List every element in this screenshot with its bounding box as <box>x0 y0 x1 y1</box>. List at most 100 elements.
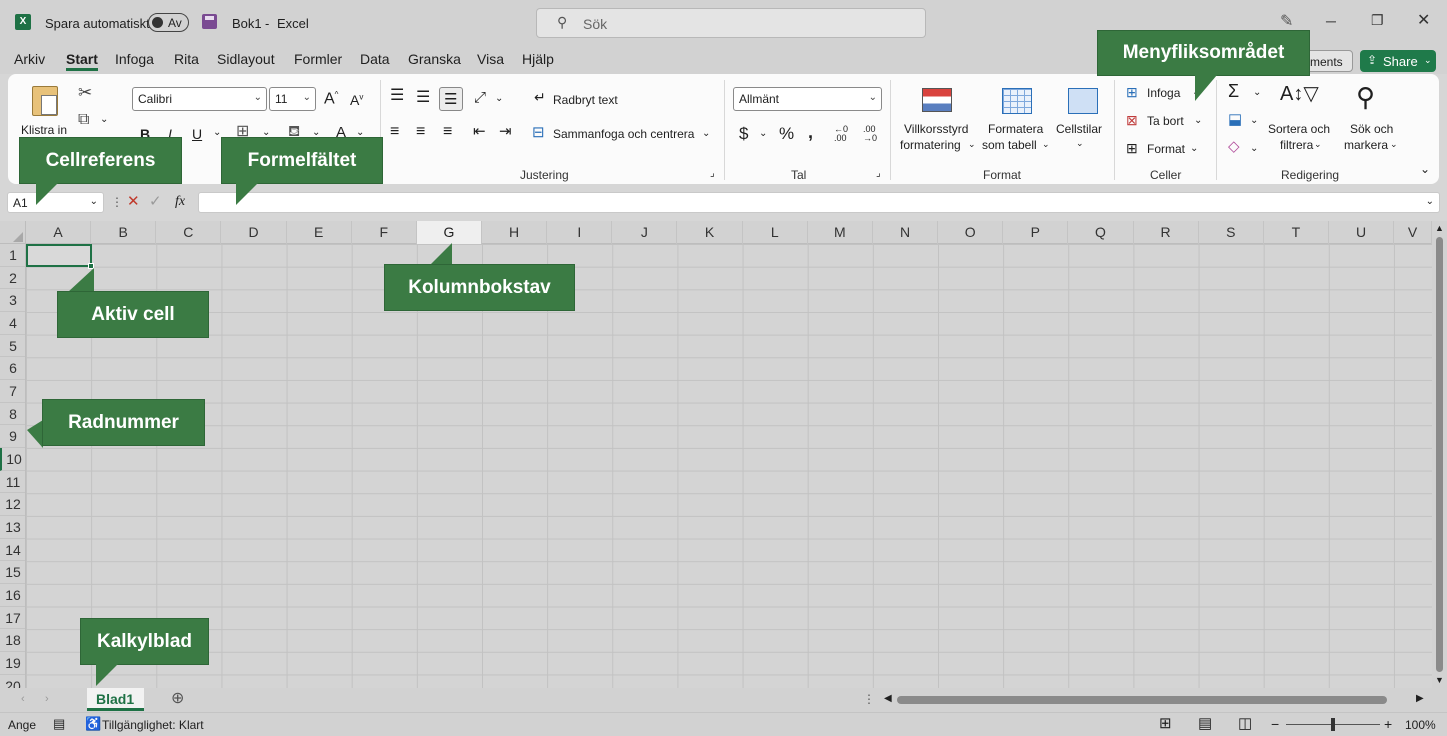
tab-start[interactable]: Start <box>66 51 98 71</box>
column-header-d[interactable]: D <box>221 221 287 244</box>
percent-button[interactable]: % <box>779 124 794 144</box>
row-header-4[interactable]: 4 <box>0 312 25 335</box>
decrease-indent-icon[interactable]: ⇤ <box>473 124 486 139</box>
more-options-icon[interactable]: ⋮ <box>111 195 123 209</box>
format-cells-button[interactable]: Format <box>1147 142 1185 156</box>
copy-chevron-icon[interactable]: ⌄ <box>100 114 108 125</box>
column-header-i[interactable]: I <box>547 221 613 244</box>
row-header-15[interactable]: 15 <box>0 561 25 585</box>
row-header-11[interactable]: 11 <box>0 471 25 494</box>
chevron-down-icon[interactable]: ⌄ <box>1250 143 1258 154</box>
decrease-font-icon[interactable]: Av <box>350 92 363 108</box>
chevron-down-icon[interactable]: ⌄ <box>1253 87 1261 98</box>
font-name-select[interactable]: Calibri ⌄ <box>132 87 267 111</box>
formula-input[interactable]: ⌄ <box>198 192 1440 213</box>
horizontal-scroll-thumb[interactable] <box>897 696 1387 704</box>
cell-styles-button[interactable]: Cellstilar ⌄ <box>1054 84 1110 156</box>
align-top-icon[interactable]: ☰ <box>390 88 404 104</box>
normal-view-icon[interactable]: ⊞ <box>1159 716 1172 731</box>
align-bottom-button[interactable]: ☰ <box>439 87 463 111</box>
increase-indent-icon[interactable]: ⇥ <box>499 124 512 139</box>
cancel-entry-icon[interactable]: ✕ <box>127 194 140 209</box>
row-header-6[interactable]: 6 <box>0 357 25 380</box>
scroll-down-icon[interactable]: ▼ <box>1435 675 1444 685</box>
tab-visa[interactable]: Visa <box>477 51 504 67</box>
increase-font-icon[interactable]: A^ <box>324 90 338 108</box>
column-header-a[interactable]: A <box>26 221 92 244</box>
number-format-select[interactable]: Allmänt ⌄ <box>733 87 882 111</box>
column-header-q[interactable]: Q <box>1068 221 1134 244</box>
row-header-18[interactable]: 18 <box>0 629 25 653</box>
restore-icon[interactable]: ❐ <box>1371 13 1384 27</box>
format-as-table-button[interactable]: Formatera som tabell ⌄ <box>980 84 1052 156</box>
column-header-p[interactable]: P <box>1003 221 1069 244</box>
row-header-9[interactable]: 9 <box>0 425 25 449</box>
expand-formula-icon[interactable]: ⌄ <box>1426 196 1434 207</box>
zoom-in-icon[interactable]: + <box>1384 716 1392 732</box>
row-header-2[interactable]: 2 <box>0 267 25 290</box>
chevron-down-icon[interactable]: ⌄ <box>495 93 503 104</box>
zoom-slider-thumb[interactable] <box>1331 718 1335 731</box>
zoom-slider[interactable] <box>1286 718 1380 731</box>
row-header-12[interactable]: 12 <box>0 493 25 517</box>
row-header-3[interactable]: 3 <box>0 289 25 312</box>
column-header-e[interactable]: E <box>287 221 352 244</box>
column-header-h[interactable]: H <box>482 221 548 244</box>
align-right-icon[interactable]: ≡ <box>443 124 452 140</box>
share-button[interactable]: ⇪ Share ⌄ <box>1360 50 1436 72</box>
column-header-j[interactable]: J <box>612 221 678 244</box>
chevron-down-icon[interactable]: ⌄ <box>1250 115 1258 126</box>
font-size-select[interactable]: 11 ⌄ <box>269 87 316 111</box>
scroll-right-icon[interactable]: ▶ <box>1416 693 1424 704</box>
column-header-t[interactable]: T <box>1264 221 1329 244</box>
underline-button[interactable]: U <box>192 126 202 142</box>
row-header-1[interactable]: 1 <box>0 244 25 267</box>
fill-icon[interactable]: ⬓ <box>1228 112 1242 127</box>
confirm-entry-icon[interactable]: ✓ <box>149 194 162 209</box>
column-header-k[interactable]: K <box>678 221 743 244</box>
row-header-7[interactable]: 7 <box>0 380 25 403</box>
column-header-r[interactable]: R <box>1134 221 1199 244</box>
active-cell[interactable] <box>26 244 94 269</box>
cut-icon[interactable]: ✂ <box>78 84 92 101</box>
insert-cells-button[interactable]: Infoga <box>1147 86 1180 100</box>
collapse-ribbon-icon[interactable]: ⌄ <box>1420 162 1430 176</box>
page-break-view-icon[interactable]: ◫ <box>1238 716 1252 731</box>
row-header-8[interactable]: 8 <box>0 403 25 426</box>
macro-record-icon[interactable]: ▤ <box>53 717 65 730</box>
delete-cells-button[interactable]: Ta bort <box>1147 114 1184 128</box>
wrap-text-button[interactable]: Radbryt text <box>553 93 618 107</box>
column-header-b[interactable]: B <box>91 221 157 244</box>
pen-icon[interactable]: ✎ <box>1280 14 1293 30</box>
wrap-text-icon[interactable]: ↵ <box>534 90 546 104</box>
zoom-out-icon[interactable]: − <box>1271 716 1279 732</box>
conditional-formatting-button[interactable]: Villkorsstyrd formatering ⌄ <box>898 84 978 156</box>
column-header-o[interactable]: O <box>938 221 1004 244</box>
more-sheets-icon[interactable]: ⋮ <box>863 692 875 706</box>
scroll-up-icon[interactable]: ▲ <box>1435 223 1444 233</box>
tab-hjalp[interactable]: Hjälp <box>522 51 554 67</box>
align-left-icon[interactable]: ≡ <box>390 124 399 140</box>
save-icon[interactable] <box>202 14 217 29</box>
prev-sheet-icon[interactable]: ‹ <box>21 693 25 705</box>
minimize-icon[interactable]: ─ <box>1326 14 1336 28</box>
column-header-l[interactable]: L <box>743 221 808 244</box>
clear-icon[interactable]: ◇ <box>1228 139 1240 154</box>
find-select-button[interactable]: ⚲ Sök och markera ⌄ <box>1338 82 1404 156</box>
autosum-icon[interactable]: Σ <box>1228 82 1239 100</box>
row-header-20[interactable]: 20 <box>0 675 25 688</box>
accessibility-status[interactable]: Tillgänglighet: Klart <box>102 718 204 732</box>
chevron-down-icon[interactable]: ⌄ <box>1194 115 1202 126</box>
copy-icon[interactable]: ⧉ <box>78 112 89 128</box>
vertical-scroll-thumb[interactable] <box>1436 237 1443 672</box>
search-box[interactable]: ⚲ Sök <box>536 8 926 38</box>
insert-function-button[interactable]: fx <box>175 194 185 210</box>
next-sheet-icon[interactable]: › <box>45 693 49 705</box>
currency-button[interactable]: $ <box>739 124 748 144</box>
row-header-10[interactable]: 10 <box>0 448 25 471</box>
dialog-launcher-icon[interactable]: ⌟ <box>710 168 715 179</box>
chevron-down-icon[interactable]: ⌄ <box>759 128 767 139</box>
comma-button[interactable]: , <box>808 122 813 143</box>
close-icon[interactable]: ✕ <box>1417 13 1430 29</box>
sheet-tab-blad1[interactable]: Blad1 <box>87 688 144 711</box>
